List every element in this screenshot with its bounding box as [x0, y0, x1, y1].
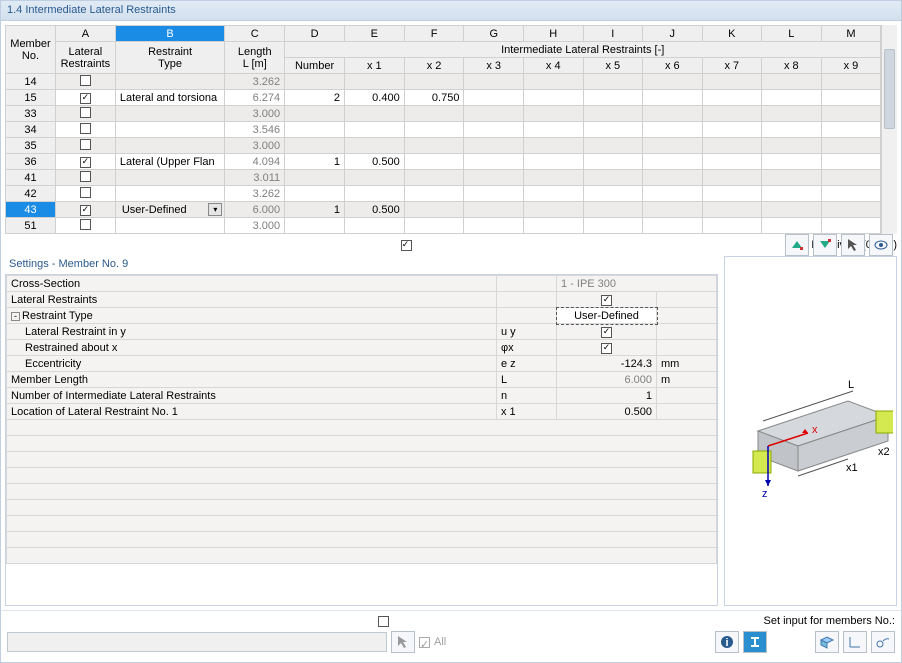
col-M[interactable]: M — [821, 26, 881, 42]
preview-panel: x z L x1 x2 — [724, 256, 897, 606]
col-A-sub: LateralRestraints — [55, 42, 115, 74]
col-group: Intermediate Lateral Restraints [-] — [285, 42, 881, 58]
settings-panel: Settings - Member No. 9 Cross-Section 1 … — [5, 256, 718, 606]
col-I[interactable]: I — [583, 26, 643, 42]
col-A[interactable]: A — [55, 26, 115, 42]
col-E[interactable]: E — [344, 26, 404, 42]
col-H-sub: x 4 — [524, 58, 584, 74]
restraint-checkbox[interactable] — [80, 157, 91, 168]
col-K-sub: x 7 — [702, 58, 762, 74]
window: 1.4 Intermediate Lateral Restraints Memb… — [0, 0, 902, 663]
row-eccentricity[interactable]: Eccentricitye z -124.3mm — [7, 356, 717, 372]
sort-asc-button[interactable] — [785, 234, 809, 256]
col-L[interactable]: L — [762, 26, 822, 42]
axes-button[interactable] — [843, 631, 867, 653]
restraint-checkbox[interactable] — [80, 93, 91, 104]
table-row[interactable]: 15Lateral and torsiona6.27420.4000.750 — [6, 90, 881, 106]
jump-button[interactable] — [871, 631, 895, 653]
row-location-1[interactable]: Location of Lateral Restraint No. 1x 1 0… — [7, 404, 717, 420]
panel-title: 1.4 Intermediate Lateral Restraints — [1, 1, 901, 21]
set-input-label: Set input for members No.: — [764, 615, 895, 627]
sort-desc-button[interactable] — [813, 234, 837, 256]
col-K[interactable]: K — [702, 26, 762, 42]
table-row[interactable]: 513.000 — [6, 218, 881, 234]
select-button[interactable] — [841, 234, 865, 256]
col-L-sub: x 8 — [762, 58, 822, 74]
row-num-ilr[interactable]: Number of Intermediate Lateral Restraint… — [7, 388, 717, 404]
view-button[interactable] — [869, 234, 893, 256]
svg-text:L: L — [848, 379, 854, 391]
col-G-sub: x 3 — [464, 58, 524, 74]
all-checkbox[interactable]: ✓ — [419, 637, 430, 648]
col-I-sub: x 5 — [583, 58, 643, 74]
svg-text:x2: x2 — [878, 446, 890, 458]
table-row[interactable]: 333.000 — [6, 106, 881, 122]
table-row[interactable]: 353.000 — [6, 138, 881, 154]
svg-text:x: x — [812, 424, 818, 436]
row-lateral-restraints[interactable]: Lateral Restraints — [7, 292, 717, 308]
col-C-sub: LengthL [m] — [225, 42, 285, 74]
row-lateral-y[interactable]: Lateral Restraint in yu y — [7, 324, 717, 340]
svg-text:x1: x1 — [846, 462, 858, 474]
grid-vscroll[interactable] — [881, 25, 897, 234]
col-G[interactable]: G — [464, 26, 524, 42]
col-F[interactable]: F — [404, 26, 464, 42]
relatively-row: Relatively (0 ... 1) — [5, 234, 897, 256]
cross-section-button[interactable] — [743, 631, 767, 653]
pick-members-button[interactable] — [391, 631, 415, 653]
col-J[interactable]: J — [643, 26, 703, 42]
row-restrained-x[interactable]: Restrained about xφx — [7, 340, 717, 356]
row-restraint-type[interactable]: -Restraint Type User-Defined — [7, 308, 717, 324]
grid-area: MemberNo. A B C D E F G H I J K L M Late… — [1, 21, 901, 256]
info-button[interactable]: i — [715, 631, 739, 653]
table-row[interactable]: 413.011 — [6, 170, 881, 186]
restraint-checkbox[interactable] — [80, 219, 91, 230]
settings-title: Settings - Member No. 9 — [5, 256, 718, 274]
lateral-restraints-checkbox[interactable] — [601, 295, 612, 306]
col-J-sub: x 6 — [643, 58, 703, 74]
rest-x-checkbox[interactable] — [601, 343, 612, 354]
table-row[interactable]: 423.262 — [6, 186, 881, 202]
restraint-checkbox[interactable] — [80, 171, 91, 182]
col-C[interactable]: C — [225, 26, 285, 42]
lat-y-checkbox[interactable] — [601, 327, 612, 338]
col-F-sub: x 2 — [404, 58, 464, 74]
table-row[interactable]: 36Lateral (Upper Flan4.09410.500 — [6, 154, 881, 170]
col-D[interactable]: D — [285, 26, 345, 42]
settings-grid[interactable]: Cross-Section 1 - IPE 300 Lateral Restra… — [6, 275, 717, 564]
dropdown-icon[interactable]: ▾ — [208, 203, 222, 216]
restraint-checkbox[interactable] — [80, 205, 91, 216]
lower-panels: Settings - Member No. 9 Cross-Section 1 … — [1, 256, 901, 610]
member-3d-icon: x z L x1 x2 — [728, 331, 893, 531]
table-row[interactable]: 43User-Defined▾6.00010.500 — [6, 202, 881, 218]
view-3d-button[interactable] — [815, 631, 839, 653]
col-member-no: MemberNo. — [6, 26, 56, 74]
all-label: All — [434, 636, 446, 648]
col-B-sub: RestraintType — [115, 42, 225, 74]
col-E-sub: x 1 — [344, 58, 404, 74]
restraint-checkbox[interactable] — [80, 123, 91, 134]
restraint-checkbox[interactable] — [80, 187, 91, 198]
table-row[interactable]: 143.262 — [6, 74, 881, 90]
set-input-checkbox[interactable] — [378, 616, 389, 627]
svg-text:z: z — [762, 488, 768, 500]
restraint-checkbox[interactable] — [80, 75, 91, 86]
svg-text:i: i — [725, 637, 728, 649]
members-input[interactable] — [7, 632, 387, 652]
col-D-sub: Number — [285, 58, 345, 74]
relatively-checkbox[interactable] — [401, 240, 412, 251]
restraints-grid[interactable]: MemberNo. A B C D E F G H I J K L M Late… — [5, 25, 881, 234]
row-cross-section[interactable]: Cross-Section 1 - IPE 300 — [7, 276, 717, 292]
restraint-checkbox[interactable] — [80, 107, 91, 118]
restraint-checkbox[interactable] — [80, 139, 91, 150]
row-member-length[interactable]: Member LengthL 6.000m — [7, 372, 717, 388]
col-H[interactable]: H — [524, 26, 584, 42]
col-M-sub: x 9 — [821, 58, 881, 74]
collapse-icon[interactable]: - — [11, 312, 20, 321]
col-B[interactable]: B — [115, 26, 225, 42]
bottom-bar: Set input for members No.: ✓ All i — [1, 610, 901, 662]
table-row[interactable]: 343.546 — [6, 122, 881, 138]
